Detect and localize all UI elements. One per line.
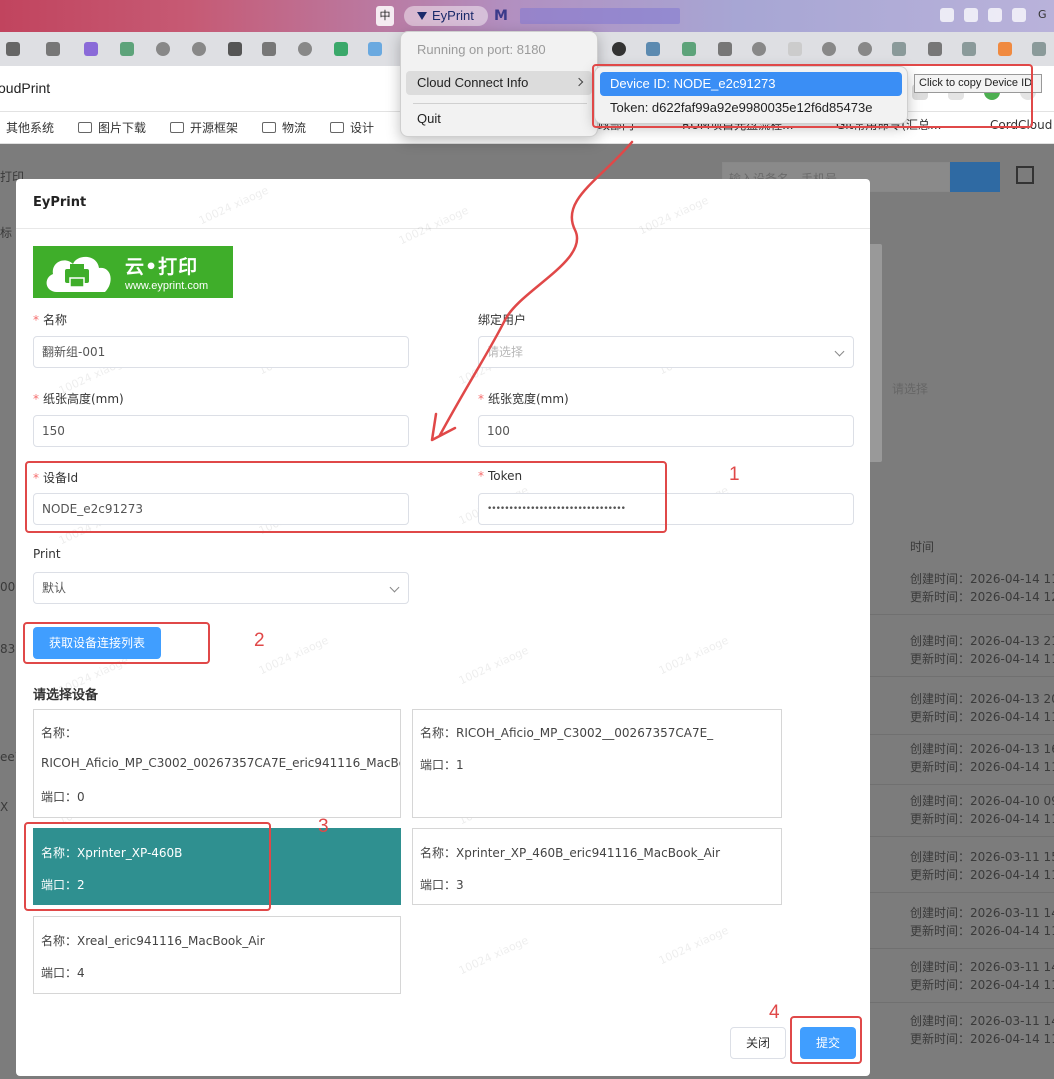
annotation-arrow (430, 140, 634, 442)
